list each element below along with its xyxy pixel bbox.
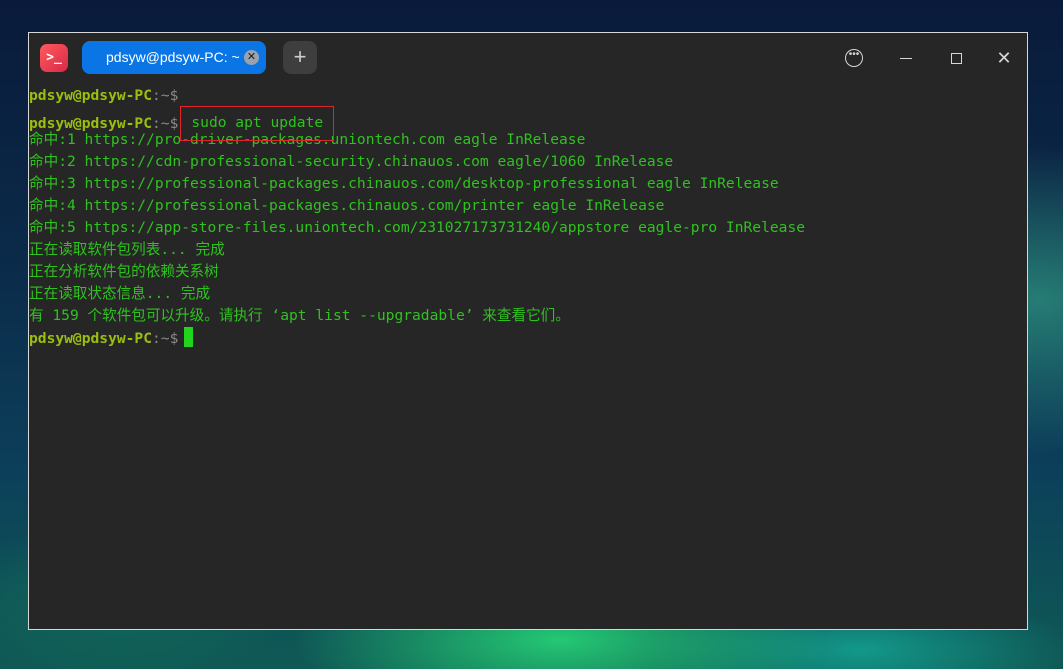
close-icon: ✕ xyxy=(996,48,1012,68)
output-line: 命中:4 https://professional-packages.china… xyxy=(29,197,665,214)
titlebar: >_ pdsyw@pdsyw-PC: ~ ✕ + ••• ✕ xyxy=(29,33,1027,83)
output-line: 有 159 个软件包可以升级。请执行 ‘apt list --upgradabl… xyxy=(29,307,570,324)
highlighted-command: sudo apt update xyxy=(180,106,335,141)
command-line: pdsyw@pdsyw-PC:~$ sudo apt update xyxy=(29,106,1027,141)
tab-label: pdsyw@pdsyw-PC: ~ xyxy=(106,49,240,65)
output-line: 命中:2 https://cdn-professional-security.c… xyxy=(29,153,674,170)
close-button[interactable]: ✕ xyxy=(991,45,1017,71)
output-line: 命中:3 https://professional-packages.china… xyxy=(29,175,779,192)
output-line: 正在读取状态信息... 完成 xyxy=(29,285,211,302)
output-line: 命中:5 https://app-store-files.uniontech.c… xyxy=(29,219,806,236)
prompt-user: pdsyw@pdsyw-PC xyxy=(29,87,153,104)
plus-icon: + xyxy=(293,44,307,69)
command-text: sudo apt update xyxy=(191,114,324,131)
output-line: 命中:1 https://pro-driver-packages.unionte… xyxy=(29,131,586,148)
prompt-separator: :~$ xyxy=(152,330,179,347)
minimize-icon xyxy=(900,58,912,59)
menu-button[interactable]: ••• xyxy=(841,45,867,71)
terminal-window: >_ pdsyw@pdsyw-PC: ~ ✕ + ••• ✕ pdsyw@pds… xyxy=(28,32,1028,630)
terminal-output[interactable]: pdsyw@pdsyw-PC:~$ pdsyw@pdsyw-PC:~$ sudo … xyxy=(29,83,1027,629)
new-tab-button[interactable]: + xyxy=(283,41,317,74)
tab-terminal[interactable]: pdsyw@pdsyw-PC: ~ ✕ xyxy=(82,41,266,74)
prompt-separator: :~$ xyxy=(152,87,179,104)
prompt-line: pdsyw@pdsyw-PC:~$ xyxy=(29,327,1027,349)
prompt-line: pdsyw@pdsyw-PC:~$ xyxy=(29,85,1027,107)
tab-close-icon[interactable]: ✕ xyxy=(244,50,259,65)
output-line: 正在读取软件包列表... 完成 xyxy=(29,241,225,258)
maximize-icon xyxy=(951,53,962,64)
prompt-user: pdsyw@pdsyw-PC xyxy=(29,330,153,347)
maximize-button[interactable] xyxy=(943,45,969,71)
minimize-button[interactable] xyxy=(893,45,919,71)
output-line: 正在分析软件包的依赖关系树 xyxy=(29,263,219,280)
text-cursor xyxy=(184,327,194,347)
terminal-app-icon: >_ xyxy=(40,44,68,72)
